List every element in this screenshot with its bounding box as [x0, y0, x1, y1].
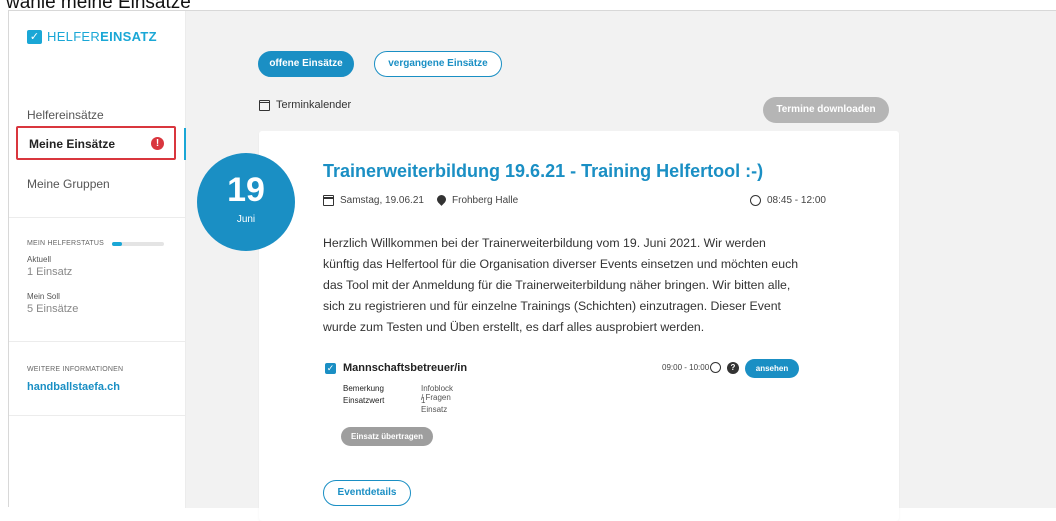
event-title[interactable]: Trainerweiterbildung 19.6.21 - Training … [323, 161, 763, 182]
sidebar-divider [9, 341, 186, 342]
sidebar-item-meine-gruppen[interactable]: Meine Gruppen [27, 177, 110, 191]
value-key: Einsatzwert [343, 396, 385, 405]
sidebar-item-label: Meine Einsätze [29, 137, 116, 151]
tab-offene-einsaetze[interactable]: offene Einsätze [258, 51, 354, 77]
event-date-badge: 19 Juni [197, 153, 295, 251]
app-logo[interactable]: ✓ HELFEREINSATZ [27, 29, 157, 44]
status-progress-bar [112, 242, 164, 246]
alert-icon: ! [151, 137, 164, 150]
event-month: Juni [236, 214, 256, 225]
target-label: Mein Soll [27, 292, 60, 301]
help-icon[interactable]: ? [727, 362, 739, 374]
event-time: 08:45 - 12:00 [750, 195, 826, 206]
event-date-text: Samstag, 19.06.21 [340, 195, 424, 206]
status-heading: MEIN HELFERSTATUS [27, 240, 105, 247]
event-description: Herzlich Willkommen bei der Trainerweite… [323, 236, 799, 334]
transfer-assignment-button[interactable]: Einsatz übertragen [341, 427, 433, 446]
target-value: 5 Einsätze [27, 303, 79, 315]
status-progress-fill [112, 242, 123, 246]
shift-name: Mannschaftsbetreuer/in [343, 362, 468, 374]
tab-vergangene-einsaetze[interactable]: vergangene Einsätze [374, 51, 502, 77]
calendar-icon [323, 195, 334, 206]
view-shift-button[interactable]: ansehen [745, 359, 799, 378]
sidebar-item-helfereinsaetze[interactable]: Helfereinsätze [27, 108, 104, 122]
location-pin-icon [437, 195, 446, 206]
remark-key: Bemerkung [343, 384, 384, 393]
club-website-link[interactable]: handballstaefa.ch [27, 381, 120, 393]
value-value: 1 Einsatz [421, 396, 448, 414]
shift-time: 09:00 - 10:00 [662, 363, 710, 372]
logo-text: HELFEREINSATZ [47, 29, 157, 44]
checkbox-checked-icon[interactable]: ✓ [325, 363, 336, 374]
sidebar-item-meine-einsaetze[interactable]: Meine Einsätze ! [16, 126, 176, 160]
info-heading: WEITERE INFORMATIONEN [27, 366, 124, 373]
clock-icon [710, 362, 721, 373]
event-location-text: Frohberg Halle [452, 195, 519, 206]
sidebar-divider [9, 217, 186, 218]
event-day: 19 [227, 171, 265, 209]
calendar-link[interactable]: Terminkalender [259, 99, 351, 111]
current-label: Aktuell [27, 255, 52, 264]
calendar-icon [259, 99, 270, 111]
sidebar: ✓ HELFEREINSATZ Helfereinsätze Meine Ein… [9, 11, 187, 508]
event-details-button[interactable]: Eventdetails [323, 480, 411, 506]
logo-check-icon: ✓ [27, 29, 42, 44]
calendar-label: Terminkalender [276, 99, 352, 111]
clock-icon [750, 195, 761, 206]
app-window: ✓ HELFEREINSATZ Helfereinsätze Meine Ein… [8, 10, 1056, 521]
download-appointments-button[interactable]: Termine downloaden [763, 97, 889, 123]
event-time-text: 08:45 - 12:00 [767, 195, 826, 206]
event-date: Samstag, 19.06.21 [323, 195, 424, 206]
current-value: 1 Einsatz [27, 266, 73, 278]
sidebar-divider [9, 415, 186, 416]
event-location: Frohberg Halle [437, 195, 518, 206]
